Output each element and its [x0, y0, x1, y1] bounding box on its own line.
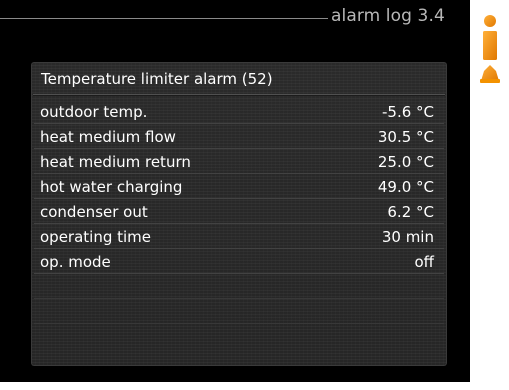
list-item-operating-time: operating time 30 min: [34, 224, 444, 249]
row-label: heat medium flow: [40, 128, 176, 146]
info-base: [481, 65, 499, 81]
alarm-log-panel: Temperature limiter alarm (52) outdoor t…: [31, 62, 447, 366]
list-item-outdoor-temp: outdoor temp. -5.6 °C: [34, 99, 444, 124]
row-label: condenser out: [40, 203, 148, 221]
row-value: 6.2 °C: [387, 203, 434, 221]
row-value: 49.0 °C: [377, 178, 434, 196]
header-divider: [0, 18, 328, 19]
page-title: alarm log 3.4: [331, 6, 445, 26]
row-value: 30 min: [381, 228, 434, 246]
row-label: operating time: [40, 228, 152, 246]
display-screen: alarm log 3.4 Temperature limiter alarm …: [0, 0, 470, 382]
empty-row: [34, 274, 444, 299]
row-value: -5.6 °C: [381, 103, 434, 121]
list-item-op-mode: op. mode off: [34, 249, 444, 274]
alarm-info-list: outdoor temp. -5.6 °C heat medium flow 3…: [34, 99, 444, 324]
row-value: 30.5 °C: [377, 128, 434, 146]
info-base-bottom: [480, 79, 500, 83]
list-item-heat-medium-flow: heat medium flow 30.5 °C: [34, 124, 444, 149]
info-dot: [484, 15, 496, 27]
alarm-title: Temperature limiter alarm (52): [41, 70, 273, 88]
row-label: outdoor temp.: [40, 103, 148, 121]
empty-row: [34, 299, 444, 324]
row-label: hot water charging: [40, 178, 183, 196]
info-bar: [483, 31, 497, 60]
row-label: op. mode: [40, 253, 111, 271]
list-item-condenser-out: condenser out 6.2 °C: [34, 199, 444, 224]
list-item-hot-water-charging: hot water charging 49.0 °C: [34, 174, 444, 199]
list-item-heat-medium-return: heat medium return 25.0 °C: [34, 149, 444, 174]
row-value: 25.0 °C: [377, 153, 434, 171]
row-value: off: [414, 253, 434, 271]
row-label: heat medium return: [40, 153, 191, 171]
info-icon: [480, 15, 500, 83]
alarm-title-bar: Temperature limiter alarm (52): [33, 64, 445, 95]
